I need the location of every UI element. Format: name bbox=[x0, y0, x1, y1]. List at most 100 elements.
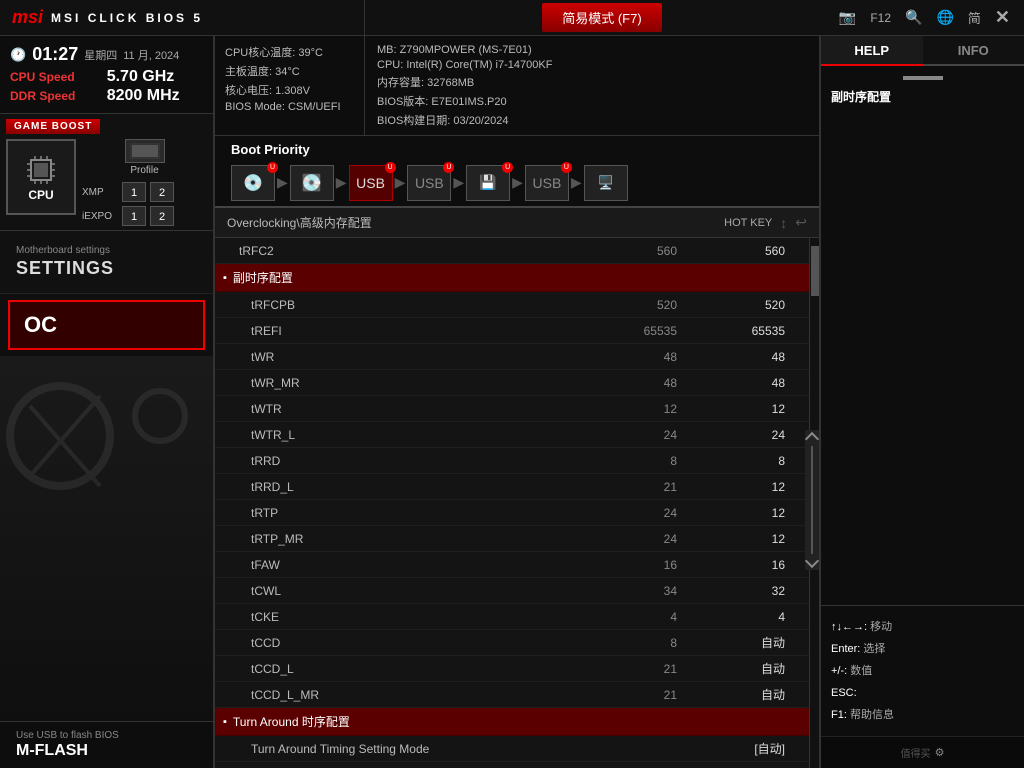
hotkey-icon-2[interactable]: ↩ bbox=[795, 214, 807, 231]
row-name: tRTP_MR bbox=[227, 532, 597, 546]
boot-badge-1: U bbox=[267, 162, 278, 173]
row-val2: 32 bbox=[697, 584, 797, 598]
hotkey-icon-1: ↕ bbox=[780, 215, 787, 231]
table-row[interactable]: tCCD_L21自动 bbox=[215, 656, 809, 682]
camera-icon: 📷 bbox=[839, 9, 856, 26]
iexpo-btn-2[interactable]: 2 bbox=[150, 206, 174, 226]
row-val2: 12 bbox=[697, 480, 797, 494]
table-row[interactable]: tWR_MR4848 bbox=[215, 370, 809, 396]
iexpo-btn-1[interactable]: 1 bbox=[122, 206, 146, 226]
row-val1: 8 bbox=[597, 454, 697, 468]
close-button[interactable]: ✕ bbox=[995, 7, 1010, 28]
f12-label[interactable]: F12 bbox=[870, 11, 891, 25]
table-row[interactable]: tWTR1212 bbox=[215, 396, 809, 422]
boot-device-7[interactable]: 🖥️ bbox=[584, 165, 628, 201]
table-row[interactable]: tCCD_L_MR21自动 bbox=[215, 682, 809, 708]
row-name: tRFC2 bbox=[227, 244, 597, 258]
boot-device-3[interactable]: USB U bbox=[349, 165, 393, 201]
boot-device-6[interactable]: USB U bbox=[525, 165, 569, 201]
search-icon[interactable]: 🔍 bbox=[905, 9, 922, 26]
row-val2: 自动 bbox=[697, 686, 797, 703]
row-val2: 8 bbox=[697, 454, 797, 468]
row-val1: 21 bbox=[597, 662, 697, 676]
game-boost-label: GAME BOOST bbox=[6, 119, 100, 134]
cpu-speed-label: CPU Speed bbox=[10, 70, 99, 84]
boot-device-4[interactable]: USB U bbox=[407, 165, 451, 201]
right-panel-scroll[interactable] bbox=[805, 430, 819, 570]
table-row[interactable]: tRRD88 bbox=[215, 448, 809, 474]
oc-label: OC bbox=[24, 312, 189, 338]
table-row[interactable]: tRRD_L2112 bbox=[215, 474, 809, 500]
table-row[interactable]: tCCD8自动 bbox=[215, 630, 809, 656]
table-row[interactable]: tRFC2560560 bbox=[215, 238, 809, 264]
row-val1: 4 bbox=[597, 610, 697, 624]
hotkey-button[interactable]: HOT KEY bbox=[724, 217, 772, 229]
lang-label[interactable]: 简 bbox=[968, 8, 981, 27]
boot-arrow-4: ▶ bbox=[453, 174, 464, 191]
board-temp: 主板温度: 34°C bbox=[225, 63, 354, 79]
ddr-speed-label: DDR Speed bbox=[10, 89, 99, 103]
profile-text-label: Profile bbox=[130, 165, 158, 176]
table-row[interactable]: tRFCPB520520 bbox=[215, 292, 809, 318]
usb-flash-label: M-FLASH bbox=[16, 742, 197, 760]
watermark-text: 值得买 bbox=[901, 745, 931, 760]
cpu-chip-icon bbox=[23, 152, 59, 188]
row-val1: 65535 bbox=[597, 324, 697, 338]
cpu-info: CPU: Intel(R) Core(TM) i7-14700KF bbox=[377, 59, 807, 71]
key-hint-enter: Enter: 选择 bbox=[831, 638, 1014, 660]
easy-mode-button[interactable]: 简易模式 (F7) bbox=[542, 3, 661, 32]
usb-flash-title: Use USB to flash BIOS bbox=[16, 730, 197, 741]
row-val2: 16 bbox=[697, 558, 797, 572]
boot-badge-5: U bbox=[502, 162, 513, 173]
table-row[interactable]: tFAW1616 bbox=[215, 552, 809, 578]
xmp-btn-2[interactable]: 2 bbox=[150, 182, 174, 202]
table-row[interactable]: Turn Around Timing Setting Mode[自动] bbox=[215, 736, 809, 762]
table-row[interactable]: tWTR_L2424 bbox=[215, 422, 809, 448]
section-header[interactable]: ▪Turn Around 时序配置 bbox=[215, 708, 809, 736]
table-row[interactable]: tRTP2412 bbox=[215, 500, 809, 526]
table-row[interactable]: tRDRDSG1616 bbox=[215, 762, 809, 768]
sidebar-item-settings[interactable]: Motherboard settings SETTINGS bbox=[0, 231, 213, 294]
row-val2: 12 bbox=[697, 506, 797, 520]
table-row[interactable]: tREFI6553565535 bbox=[215, 318, 809, 344]
row-val1: 560 bbox=[597, 244, 697, 258]
boot-badge-4: U bbox=[443, 162, 454, 173]
table-row[interactable]: tWR4848 bbox=[215, 344, 809, 370]
sidebar-item-mflash[interactable]: Use USB to flash BIOS M-FLASH bbox=[0, 721, 213, 768]
boot-arrow-1: ▶ bbox=[277, 174, 288, 191]
section-header[interactable]: ▪副时序配置 bbox=[215, 264, 809, 292]
boot-arrow-6: ▶ bbox=[571, 174, 582, 191]
key-hint-move: ↑↓←→: 移动 bbox=[831, 616, 1014, 638]
tab-help[interactable]: HELP bbox=[821, 36, 923, 66]
table-row[interactable]: tRTP_MR2412 bbox=[215, 526, 809, 552]
row-val2: 4 bbox=[697, 610, 797, 624]
mb-info: MB: Z790MPOWER (MS-7E01) bbox=[377, 44, 807, 56]
boot-arrow-5: ▶ bbox=[512, 174, 523, 191]
table-row[interactable]: tCWL3432 bbox=[215, 578, 809, 604]
sidebar-item-oc[interactable]: OC bbox=[8, 300, 205, 350]
row-val2: 12 bbox=[697, 532, 797, 546]
row-name: tWR bbox=[227, 350, 597, 364]
boot-arrow-3: ▶ bbox=[395, 174, 406, 191]
iexpo-label: iEXPO bbox=[82, 211, 118, 222]
clock-icon: 🕐 bbox=[10, 47, 26, 63]
boot-arrow-2: ▶ bbox=[336, 174, 347, 191]
row-name: Turn Around Timing Setting Mode bbox=[227, 742, 597, 756]
globe-icon[interactable]: 🌐 bbox=[936, 9, 953, 26]
boot-badge-3: U bbox=[385, 162, 396, 173]
boot-device-5[interactable]: 💾 U bbox=[466, 165, 510, 201]
row-val1: 48 bbox=[597, 376, 697, 390]
boot-device-2[interactable]: 💽 bbox=[290, 165, 334, 201]
row-val2: 24 bbox=[697, 428, 797, 442]
row-val2: 65535 bbox=[697, 324, 797, 338]
boot-badge-6: U bbox=[561, 162, 572, 173]
table-row[interactable]: tCKE44 bbox=[215, 604, 809, 630]
row-val2: 自动 bbox=[697, 660, 797, 677]
tab-info[interactable]: INFO bbox=[923, 36, 1024, 66]
cpu-boost-button[interactable]: CPU bbox=[6, 139, 76, 215]
row-val2: 自动 bbox=[697, 634, 797, 651]
cpu-label: CPU bbox=[28, 188, 53, 202]
row-name: tREFI bbox=[227, 324, 597, 338]
xmp-btn-1[interactable]: 1 bbox=[122, 182, 146, 202]
boot-device-1[interactable]: 💿 U bbox=[231, 165, 275, 201]
